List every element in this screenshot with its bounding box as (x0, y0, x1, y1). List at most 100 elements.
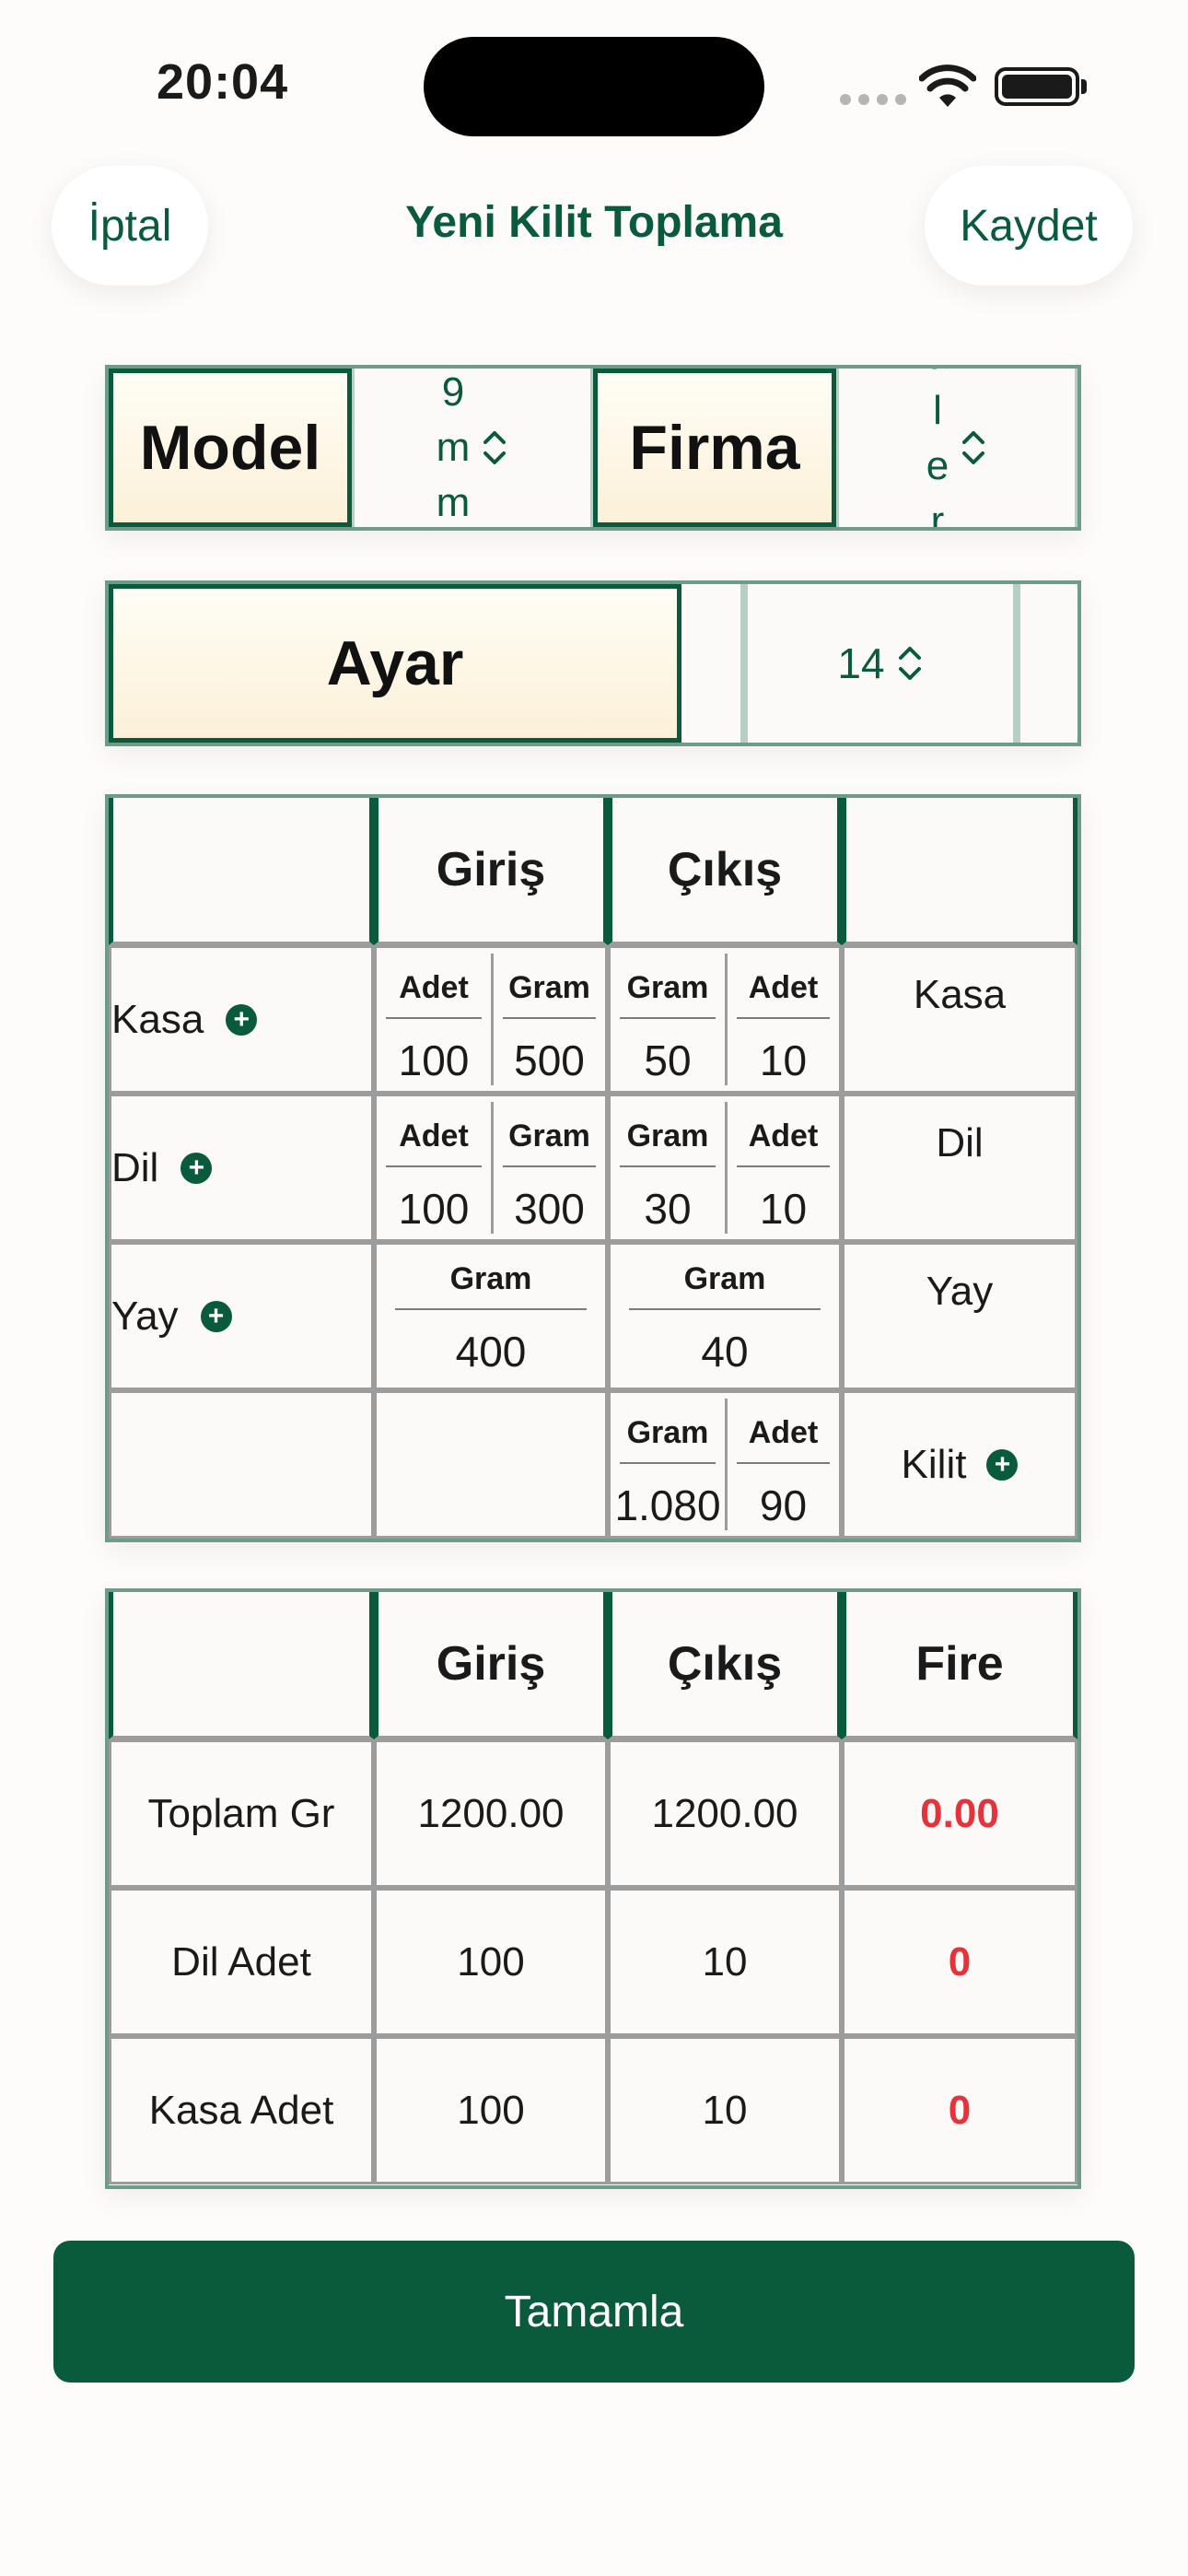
dil-giris-cell: Adet 100 Gram 300 (374, 1094, 608, 1242)
unit-label: Adet (385, 970, 483, 1019)
summary-giris-value: 100 (374, 1888, 608, 2036)
model-value-line: 9 (441, 369, 465, 415)
unit-label: Gram (619, 1118, 716, 1167)
ayar-label: Ayar (109, 584, 681, 743)
firma-value-line: e (926, 443, 949, 488)
summary-table: Giriş Çıkış Fire Toplam Gr 1200.00 1200.… (105, 1588, 1081, 2189)
add-yay-icon[interactable]: + (200, 1300, 232, 1332)
dil-giris-gram[interactable]: Gram 300 (491, 1102, 605, 1234)
row-label-text: Yay (111, 1293, 179, 1339)
complete-button[interactable]: Tamamla (53, 2241, 1135, 2383)
entry-value: 10 (759, 1036, 808, 1084)
entry-header-giris: Giriş (374, 798, 608, 945)
unit-label: Adet (736, 1415, 831, 1464)
entry-value: 100 (398, 1185, 470, 1233)
kilit-cikis-cell: Gram 1.080 Adet 90 (608, 1390, 842, 1539)
summary-row-label: Toplam Gr (109, 1739, 374, 1888)
kilit-cikis-adet[interactable]: Adet 90 (725, 1399, 839, 1530)
empty-cell (374, 1390, 608, 1539)
dil-right-label: Dil (842, 1094, 1077, 1242)
unit-label: Adet (736, 970, 831, 1019)
model-value-line: m (436, 480, 471, 525)
kasa-cikis-adet[interactable]: Adet 10 (725, 954, 839, 1085)
yay-row-label: Yay + (109, 1242, 374, 1390)
kilit-right-cell: Kilit + (842, 1390, 1077, 1539)
empty-cell (109, 1390, 374, 1539)
chevron-up-down-icon (483, 431, 507, 464)
unit-label: Gram (394, 1261, 588, 1310)
entry-value: 90 (759, 1481, 808, 1529)
wifi-icon (919, 64, 976, 107)
kasa-cikis-gram[interactable]: Gram 50 (611, 954, 725, 1085)
entry-value: 1.080 (614, 1481, 721, 1529)
ayar-picker[interactable]: 14 (748, 584, 1013, 743)
entry-header-empty (109, 798, 374, 945)
entry-value: 300 (514, 1185, 585, 1233)
summary-header-empty (109, 1592, 374, 1739)
kasa-giris-adet[interactable]: Adet 100 (377, 954, 491, 1085)
entry-value: 30 (644, 1185, 692, 1233)
unit-label: Gram (619, 970, 716, 1019)
save-button[interactable]: Kaydet (925, 166, 1133, 286)
summary-fire-value: 0.00 (842, 1739, 1077, 1888)
battery-cap (1081, 79, 1087, 94)
yay-cikis-gram[interactable]: Gram 40 (608, 1242, 842, 1390)
summary-row-label: Kasa Adet (109, 2036, 374, 2184)
summary-table-grid: Giriş Çıkış Fire Toplam Gr 1200.00 1200.… (109, 1592, 1077, 2184)
entry-header-cikis: Çıkış (608, 798, 842, 945)
summary-fire-value: 0 (842, 2036, 1077, 2184)
ayar-panel: Ayar 14 (105, 580, 1081, 746)
dil-giris-adet[interactable]: Adet 100 (377, 1102, 491, 1234)
add-kasa-icon[interactable]: + (226, 1003, 258, 1036)
yay-giris-gram[interactable]: Gram 400 (374, 1242, 608, 1390)
entry-value: 500 (514, 1036, 585, 1084)
unit-label: Adet (385, 1118, 483, 1167)
entry-value: 100 (398, 1036, 470, 1084)
kasa-giris-cell: Adet 100 Gram 500 (374, 945, 608, 1094)
entry-value: 10 (759, 1185, 808, 1233)
divider (1013, 584, 1077, 743)
status-bar: 20:04 (0, 0, 1188, 166)
chevron-up-down-icon (962, 431, 985, 464)
kasa-right-label: Kasa (842, 945, 1077, 1094)
kasa-row-label: Kasa + (109, 945, 374, 1094)
entry-table-grid: Giriş Çıkış Kasa + Adet 100 Gram 500 Gram 5… (109, 798, 1077, 1539)
firma-value-line: r (930, 498, 945, 527)
divider (681, 584, 748, 743)
dynamic-island (424, 37, 764, 136)
row-label-text: Kasa (111, 996, 204, 1042)
firma-value-line: l (933, 388, 942, 433)
unit-label: Gram (502, 970, 597, 1019)
unit-label: Gram (628, 1261, 821, 1310)
add-kilit-icon[interactable]: + (986, 1448, 1019, 1481)
summary-giris-value: 100 (374, 2036, 608, 2184)
firma-picker[interactable]: a l e r (836, 369, 1077, 527)
row-label-text: Dil (111, 1144, 159, 1190)
add-dil-icon[interactable]: + (181, 1152, 213, 1184)
unit-label: Gram (502, 1118, 597, 1167)
dil-cikis-adet[interactable]: Adet 10 (725, 1102, 839, 1234)
summary-cikis-value: 1200.00 (608, 1739, 842, 1888)
kasa-giris-gram[interactable]: Gram 500 (491, 954, 605, 1085)
entry-value: 50 (644, 1036, 692, 1084)
kilit-cikis-gram[interactable]: Gram 1.080 (611, 1399, 725, 1530)
summary-fire-value: 0 (842, 1888, 1077, 2036)
battery-icon (995, 67, 1079, 106)
entry-value: 40 (701, 1328, 749, 1376)
summary-cikis-value: 10 (608, 2036, 842, 2184)
model-picker-value: 9 m m (437, 369, 471, 527)
kasa-cikis-cell: Gram 50 Adet 10 (608, 945, 842, 1094)
entry-table: Giriş Çıkış Kasa + Adet 100 Gram 500 Gram 5… (105, 794, 1081, 1542)
firma-value-line: a (926, 369, 949, 383)
model-firma-panel: Model 9 m m Firma a l e r (105, 365, 1081, 531)
model-value-line: m (436, 425, 471, 470)
unit-label: Gram (619, 1415, 716, 1464)
summary-giris-value: 1200.00 (374, 1739, 608, 1888)
dil-cikis-gram[interactable]: Gram 30 (611, 1102, 725, 1234)
model-picker[interactable]: 9 m m (352, 369, 593, 527)
model-label: Model (109, 369, 352, 527)
summary-cikis-value: 10 (608, 1888, 842, 2036)
summary-header-fire: Fire (842, 1592, 1077, 1739)
yay-right-label: Yay (842, 1242, 1077, 1390)
kilit-right-label: Kilit (901, 1441, 967, 1487)
